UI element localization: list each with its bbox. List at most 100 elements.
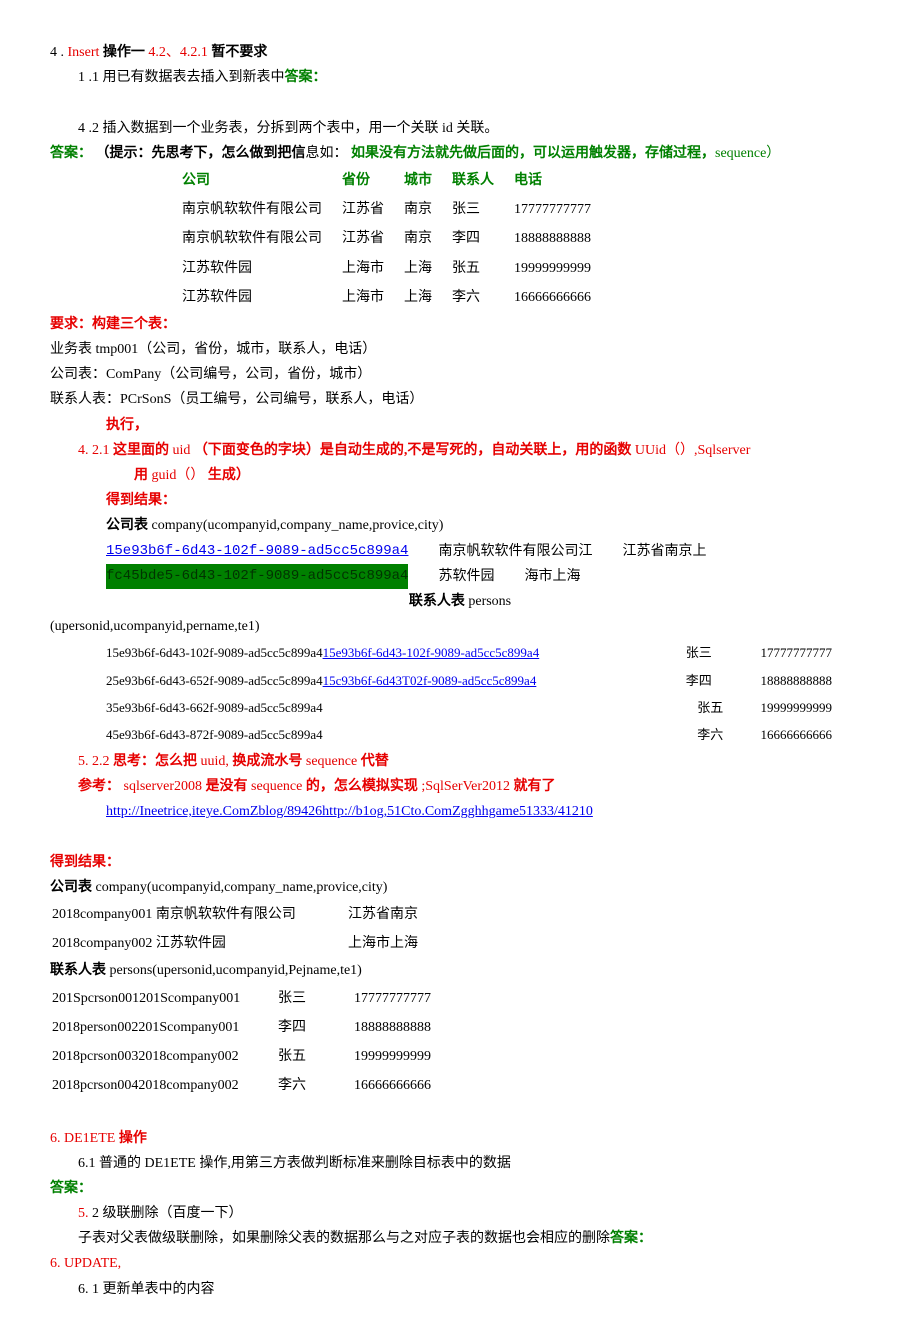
text: 更新单表中的内容 <box>103 1282 215 1297</box>
company-table-header: 公司表 company(ucompanyid,company_name,prov… <box>106 513 870 538</box>
reference-line: 参考： sqlserver2008 是没有 sequence 的，怎么模拟实现 … <box>78 774 870 799</box>
table-def-3: 联系人表：PCrSonS（员工编号，公司编号，联系人，电话） <box>50 387 870 412</box>
section-5-2-2: 5. 2.2 思考：怎么把 uuid, 换成流水号 sequence 代替 <box>78 749 870 774</box>
persons2-table: 201Spcrson001201Scompany001张三17777777777… <box>50 984 445 1101</box>
seq: sequence） <box>715 146 780 161</box>
d: ;SqlSerVer2012 <box>421 779 510 794</box>
num: 4 . <box>50 45 64 60</box>
section-4-2-1-cont: 用 guid（） 生成） <box>134 463 870 488</box>
result-label: 得到结果： <box>106 488 870 513</box>
comp-loc: 海市上海 <box>524 564 580 589</box>
num: 6.1 <box>78 1156 96 1171</box>
op: 操作 <box>119 1131 147 1146</box>
section-6-delete: 6. DE1ETE 操作 <box>50 1126 870 1151</box>
table-row: 2018pcrson0032018company002张五19999999999 <box>50 1042 445 1071</box>
table-row: 南京帆软软件有限公司江苏省南京李四18888888888 <box>180 224 609 253</box>
table-row: 南京帆软软件有限公司江苏省南京张三17777777777 <box>180 195 609 224</box>
persons2-header: 联系人表 persons(upersonid,ucompanyid,Pejnam… <box>50 958 870 983</box>
table-row: 35e93b6f-6d43-662f-9089-ad5cc5c899a4张五19… <box>100 694 838 721</box>
table-row: 2018pcrson0042018company002李六16666666666 <box>50 1071 445 1100</box>
uid: uid <box>173 443 191 458</box>
a: sqlserver2008 <box>124 779 203 794</box>
line-4-2: 4 .2 插入数据到一个业务表，分拆到两个表中，用一个关联 id 关联。 <box>78 116 870 141</box>
table-row: 2018company001 南京帆软软件有限公司江苏省南京 <box>50 900 432 929</box>
uuid: UUid（）,Sqlserver <box>635 443 751 458</box>
table-row: 45e93b6f-6d43-872f-9089-ad5cc5c899a4李六16… <box>100 721 838 748</box>
persons-table: 15e93b6f-6d43-102f-9089-ad5cc5c899a415e9… <box>100 639 838 749</box>
reference-link-line: http://Ineetrice,iteye.ComZblog/89426htt… <box>106 799 870 824</box>
pers-def: persons <box>465 594 511 609</box>
comp-label: 公司表 <box>106 518 148 533</box>
header-row: 公司 省份 城市 联系人 电话 <box>180 166 609 195</box>
a: 这里面的 <box>113 443 169 458</box>
company-row-2: fc45bde5-6d43-102f-9089-ad5cc5c899a4 苏软件… <box>106 564 870 589</box>
c: 用 <box>134 468 148 483</box>
tail-text: 暂不要求 <box>211 45 267 60</box>
col-province: 省份 <box>340 166 402 195</box>
table-def-1: 业务表 tmp001（公司，省份，城市，联系人，电话） <box>50 337 870 362</box>
table-row: 2018person002201Scompany001李四18888888888 <box>50 1013 445 1042</box>
section-4-2-1: 4. 2.1 这里面的 uid （下面变色的字块）是自动生成的,不是写死的，自动… <box>78 438 870 463</box>
num: 6. 1 <box>78 1282 99 1297</box>
section-5-cascade-desc: 子表对父表做级联删除，如果删除父表的数据那么与之对应子表的数据也会相应的删除答案… <box>78 1226 870 1251</box>
table-row: 201Spcrson001201Scompany001张三17777777777 <box>50 984 445 1013</box>
text: 子表对父表做级联删除，如果删除父表的数据那么与之对应子表的数据也会相应的删除 <box>78 1231 610 1246</box>
text: 2 级联删除（百度一下） <box>92 1206 243 1221</box>
e: 就有了 <box>514 779 556 794</box>
pers2-def: persons(upersonid,ucompanyid,Pejname,te1… <box>106 963 362 978</box>
rest: 息如： <box>306 146 348 161</box>
title: UPDATE, <box>64 1256 121 1271</box>
num: 1 .1 <box>78 70 99 85</box>
pers2-label: 联系人表 <box>50 963 106 978</box>
section-5-cascade: 5. 2 级联删除（百度一下） <box>78 1201 870 1226</box>
comp2-label: 公司表 <box>50 880 92 895</box>
comp-def: company(ucompanyid,company_name,provice,… <box>148 518 443 533</box>
table-row: 15e93b6f-6d43-102f-9089-ad5cc5c899a415e9… <box>100 639 838 666</box>
pers-label: 联系人表 <box>409 594 465 609</box>
company2-table: 2018company001 南京帆软软件有限公司江苏省南京 2018compa… <box>50 900 432 958</box>
section-6-1-update: 6. 1 更新单表中的内容 <box>78 1277 870 1302</box>
b: 换成流水号 <box>232 754 302 769</box>
persons-cols: (upersonid,ucompanyid,pername,te1) <box>50 614 870 639</box>
num: 6. <box>50 1256 61 1271</box>
title: DE1ETE <box>64 1131 115 1146</box>
guid-link[interactable]: 15e93b6f-6d43-102f-9089-ad5cc5c899a4 <box>106 539 408 564</box>
c: 代替 <box>361 754 389 769</box>
comp-loc: 江苏省南京上 <box>622 539 706 564</box>
ref-link[interactable]: http://Ineetrice,iteye.ComZblog/89426htt… <box>106 804 593 819</box>
num: 6. <box>50 1131 61 1146</box>
answer-hint-line: 答案： （提示：先思考下，怎么做到把信息如： 如果没有方法就先做后面的，可以运用… <box>50 141 870 166</box>
hint: （提示：先思考下，怎么做到 <box>96 146 278 161</box>
line-1-1: 1 .1 用已有数据表去插入到新表中答案： <box>78 65 870 90</box>
uuid: uuid, <box>201 754 229 769</box>
op-text: 操作一 <box>103 45 145 60</box>
table-row: 2018company002 江苏软件园上海市上海 <box>50 929 432 958</box>
line-4-header: 4 . Insert 操作一 4.2、4.2.1 暂不要求 <box>50 40 870 65</box>
ans: 答案： <box>50 146 92 161</box>
guid: guid（） <box>152 468 205 483</box>
text: 插入数据到一个业务表，分拆到两个表中，用一个关联 id 关联。 <box>103 121 499 136</box>
exec-label: 执行， <box>106 413 870 438</box>
table-row: 江苏软件园上海市上海李六16666666666 <box>180 283 609 312</box>
section-6-update: 6. UPDATE, <box>50 1251 870 1276</box>
del: DE1ETE <box>145 1156 196 1171</box>
company2-header: 公司表 company(ucompanyid,company_name,prov… <box>50 875 870 900</box>
persons-header-line: 联系人表 persons <box>50 589 870 614</box>
seq: sequence <box>306 754 357 769</box>
col-company: 公司 <box>180 166 340 195</box>
business-table: 公司 省份 城市 联系人 电话 南京帆软软件有限公司江苏省南京张三1777777… <box>180 166 609 312</box>
guid-highlight: fc45bde5-6d43-102f-9089-ad5cc5c899a4 <box>106 564 408 589</box>
result-label-2: 得到结果： <box>50 850 870 875</box>
answer-label-2: 答案： <box>50 1176 870 1201</box>
baxin: 把信 <box>278 146 306 161</box>
seq: sequence <box>251 779 302 794</box>
b: 操作,用第三方表做判断标准来删除目标表中的数据 <box>199 1156 511 1171</box>
section-6-1: 6.1 普通的 DE1ETE 操作,用第三方表做判断标准来删除目标表中的数据 <box>78 1151 870 1176</box>
num: 4 .2 <box>78 121 99 136</box>
green-text: 如果没有方法就先做后面的，可以运用触发器，存储过程， <box>351 146 715 161</box>
requirement-label: 要求：构建三个表： <box>50 312 870 337</box>
ref-label: 参考： <box>78 779 120 794</box>
col-city: 城市 <box>402 166 450 195</box>
comp2-def: company(ucompanyid,company_name,provice,… <box>92 880 387 895</box>
b: （下面变色的字块）是自动生成的,不是写死的，自动关联上，用的函数 <box>194 443 632 458</box>
